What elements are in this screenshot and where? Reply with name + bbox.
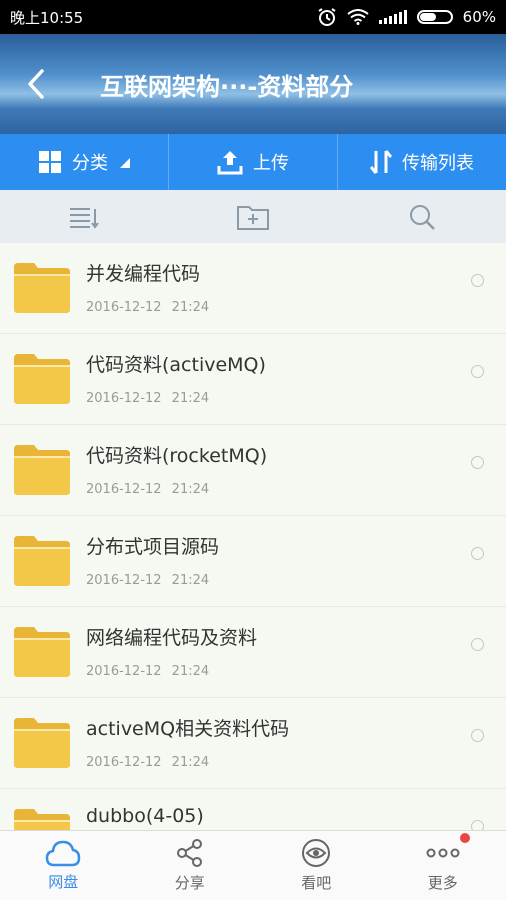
folder-row[interactable]: 代码资料(rocketMQ) 2016-12-12 21:24 <box>0 425 506 516</box>
folder-row[interactable]: 代码资料(activeMQ) 2016-12-12 21:24 <box>0 334 506 425</box>
file-list: 并发编程代码 2016-12-12 21:24 代码资料(activeMQ) 2… <box>0 243 506 830</box>
folder-name: 并发编程代码 <box>86 263 201 285</box>
folder-date: 2016-12-12 21:24 <box>86 664 210 679</box>
category-button[interactable]: 分类 <box>0 134 169 190</box>
transfer-list-button[interactable]: 传输列表 <box>338 134 506 190</box>
folder-icon <box>14 445 70 495</box>
folder-name: activeMQ相关资料代码 <box>86 718 290 740</box>
signal-icon <box>378 10 407 24</box>
folder-row[interactable]: 并发编程代码 2016-12-12 21:24 <box>0 243 506 334</box>
new-folder-button[interactable] <box>169 190 338 243</box>
folder-date: 2016-12-12 21:24 <box>86 573 210 588</box>
folder-row[interactable]: 网络编程代码及资料 2016-12-12 21:24 <box>0 607 506 698</box>
header-bar: 互联网架构···-资料部分 <box>0 34 506 134</box>
folder-icon <box>14 263 70 313</box>
tab-watch[interactable]: 看吧 <box>253 831 380 900</box>
eye-icon <box>302 839 331 867</box>
upload-icon <box>217 151 243 175</box>
sort-button[interactable] <box>0 190 169 243</box>
folder-name: 网络编程代码及资料 <box>86 627 258 649</box>
wifi-icon <box>347 9 369 25</box>
folder-icon <box>14 718 70 768</box>
battery-icon <box>416 10 453 24</box>
folder-icon <box>14 627 70 677</box>
status-icons: 60% <box>317 7 496 27</box>
folder-icon <box>14 536 70 586</box>
transfer-icon <box>370 150 392 174</box>
select-radio[interactable] <box>471 274 484 287</box>
category-label: 分类 <box>72 153 108 174</box>
cloud-icon <box>45 840 81 867</box>
status-bar: 晚上10:55 60% <box>0 0 506 34</box>
tab-disk[interactable]: 网盘 <box>0 831 127 900</box>
select-radio[interactable] <box>471 456 484 469</box>
select-radio[interactable] <box>471 547 484 560</box>
notification-badge <box>460 833 470 843</box>
folder-name: 代码资料(rocketMQ) <box>86 445 268 467</box>
folder-date: 2016-12-12 21:24 <box>86 300 210 315</box>
folder-row[interactable]: activeMQ相关资料代码 2016-12-12 21:24 <box>0 698 506 789</box>
transfer-list-label: 传输列表 <box>402 153 474 174</box>
tools-bar <box>0 190 506 243</box>
share-icon <box>176 839 202 867</box>
battery-level: 60% <box>462 8 496 26</box>
back-arrow-icon <box>28 69 44 99</box>
new-folder-icon <box>237 205 269 230</box>
alarm-icon <box>318 8 336 26</box>
folder-name: 代码资料(activeMQ) <box>86 354 266 376</box>
search-button[interactable] <box>337 190 506 243</box>
folder-name: 分布式项目源码 <box>86 536 220 558</box>
tab-disk-label: 网盘 <box>48 873 79 891</box>
dropdown-triangle-icon <box>120 158 130 168</box>
back-button[interactable] <box>0 34 72 134</box>
more-dots-icon <box>426 848 460 858</box>
folder-icon <box>14 354 70 404</box>
page-title: 互联网架构···-资料部分 <box>100 72 354 101</box>
grid-icon <box>39 151 61 173</box>
select-radio[interactable] <box>471 820 484 830</box>
tab-more[interactable]: 更多 <box>380 831 506 900</box>
select-radio[interactable] <box>471 365 484 378</box>
action-bar: 分类 上传 传输列表 <box>0 134 506 190</box>
select-radio[interactable] <box>471 638 484 651</box>
folder-date: 2016-12-12 21:24 <box>86 755 210 770</box>
folder-date: 2016-12-12 21:24 <box>86 482 210 497</box>
search-icon <box>409 204 435 230</box>
status-time: 晚上10:55 <box>10 8 84 27</box>
folder-name: dubbo(4-05) <box>86 805 204 827</box>
folder-row[interactable]: dubbo(4-05) <box>0 789 506 830</box>
tab-share[interactable]: 分享 <box>127 831 254 900</box>
select-radio[interactable] <box>471 729 484 742</box>
bottom-nav: 网盘 分享 看吧 更多 <box>0 830 506 900</box>
tab-watch-label: 看吧 <box>301 874 332 892</box>
tab-share-label: 分享 <box>174 874 205 892</box>
folder-row[interactable]: 分布式项目源码 2016-12-12 21:24 <box>0 516 506 607</box>
folder-icon <box>14 809 70 830</box>
upload-button[interactable]: 上传 <box>169 134 338 190</box>
tab-more-label: 更多 <box>427 874 458 892</box>
sort-list-icon <box>70 207 100 229</box>
folder-date: 2016-12-12 21:24 <box>86 391 210 406</box>
upload-label: 上传 <box>253 153 289 174</box>
